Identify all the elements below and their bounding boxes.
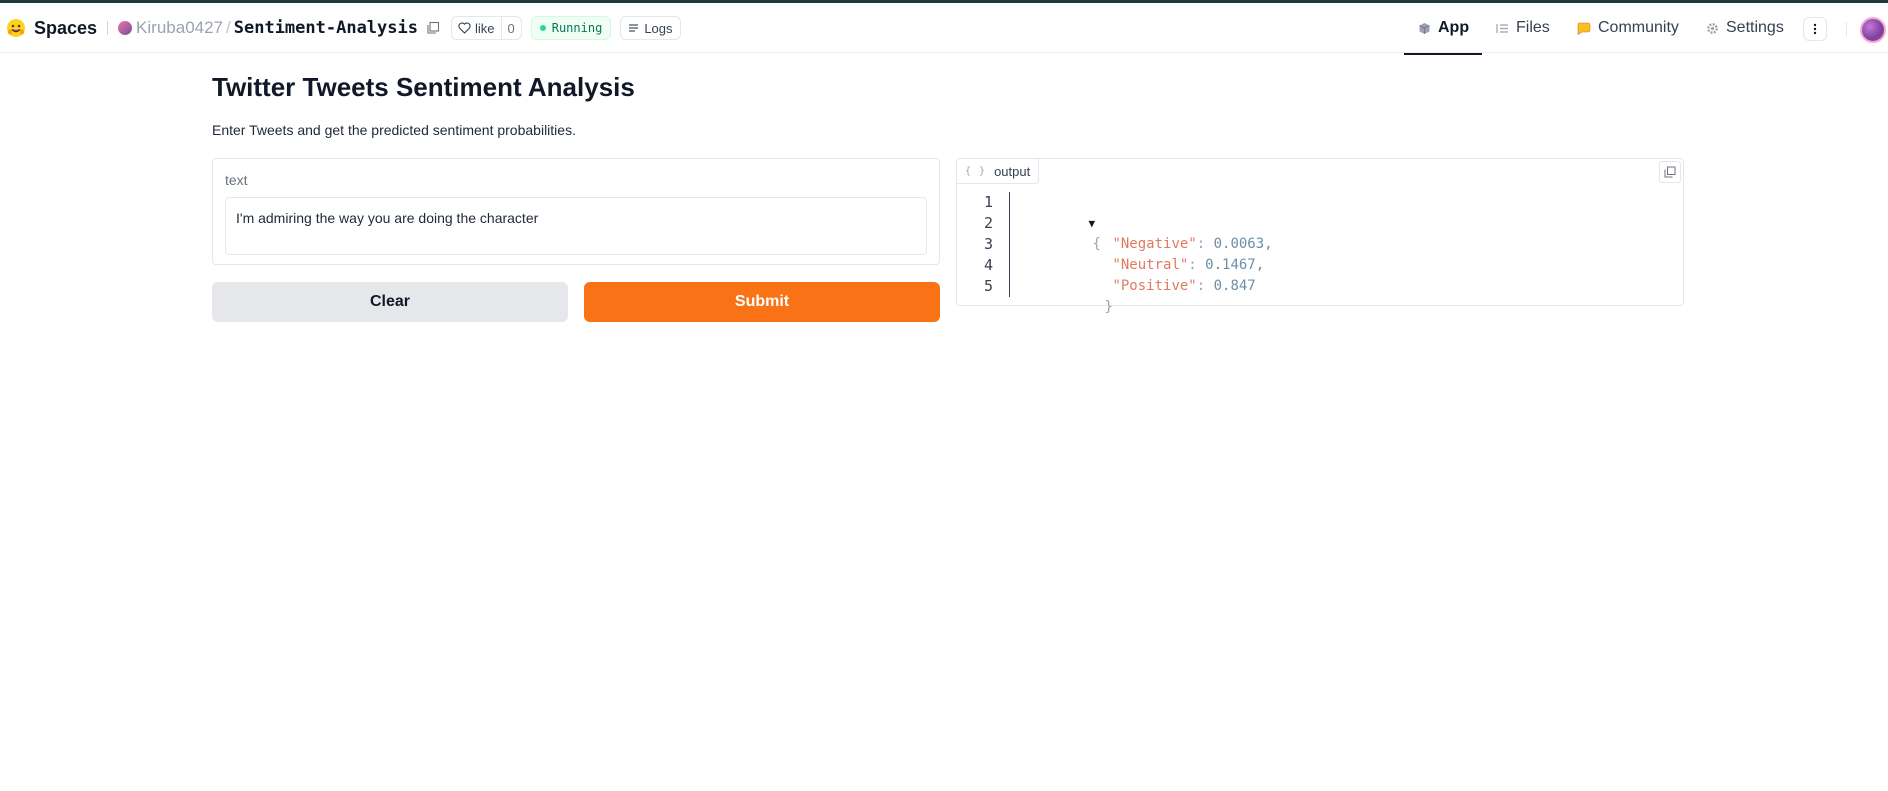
- path-separator: /: [226, 18, 231, 37]
- json-braces-icon: { }: [965, 165, 987, 177]
- app-description: Enter Tweets and get the predicted senti…: [212, 122, 576, 138]
- tab-files[interactable]: Files: [1496, 3, 1550, 53]
- like-count: 0: [500, 17, 521, 39]
- logs-label: Logs: [644, 20, 673, 36]
- status-text: Running: [551, 21, 603, 35]
- repo-name-link[interactable]: Sentiment-Analysis: [234, 18, 418, 38]
- vertical-dots-icon: [1813, 23, 1817, 35]
- output-label: output: [994, 163, 1031, 179]
- clear-button[interactable]: Clear: [212, 282, 568, 322]
- json-viewer: 1 ▼ { 2 "Negative": 0.0063, 3 "Neutral":…: [957, 192, 1683, 315]
- breadcrumb: Spaces Kiruba0427 / Sentiment-Analysis l…: [6, 3, 681, 53]
- code-line: 4 "Positive": 0.847: [957, 255, 1683, 294]
- tab-label: Community: [1598, 19, 1679, 36]
- cube-icon: [1419, 22, 1430, 34]
- line-number: 4: [983, 256, 993, 274]
- tab-label: Files: [1516, 19, 1550, 36]
- app-title: Twitter Tweets Sentiment Analysis: [212, 72, 635, 102]
- copy-output-button[interactable]: [1659, 161, 1681, 183]
- top-navbar: Spaces Kiruba0427 / Sentiment-Analysis l…: [0, 3, 1888, 55]
- tab-app[interactable]: App: [1418, 3, 1469, 53]
- logs-icon: [629, 24, 639, 32]
- gear-icon: [1707, 22, 1718, 34]
- copy-icon: [1664, 166, 1676, 178]
- spaces-link[interactable]: Spaces: [34, 18, 97, 39]
- files-icon: [1496, 23, 1508, 33]
- more-options-button[interactable]: [1803, 17, 1827, 41]
- hugging-face-logo-icon[interactable]: [6, 18, 26, 38]
- active-tab-indicator: [1404, 53, 1482, 55]
- owner-avatar: [118, 21, 133, 35]
- input-label: text: [225, 172, 248, 188]
- close-brace: }: [1104, 299, 1113, 315]
- text-input-panel: text: [212, 158, 940, 265]
- divider: [1846, 22, 1847, 36]
- tab-community[interactable]: Community: [1576, 3, 1679, 53]
- heart-icon: [458, 22, 471, 34]
- tab-settings[interactable]: Settings: [1706, 3, 1784, 53]
- user-avatar[interactable]: [1860, 17, 1886, 43]
- divider: [107, 21, 109, 35]
- like-label: like: [474, 20, 495, 36]
- json-output-panel: { } output 1 ▼ { 2 "Negative": 0.0063, 3…: [956, 158, 1684, 315]
- logs-button[interactable]: Logs: [620, 16, 681, 40]
- like-button[interactable]: like 0: [450, 16, 522, 40]
- line-number: 5: [983, 277, 993, 295]
- copy-repo-name-icon[interactable]: [426, 21, 440, 35]
- code-line: 2 "Negative": 0.0063,: [957, 213, 1683, 252]
- community-icon: [1577, 22, 1591, 35]
- owner-link[interactable]: Kiruba0427: [136, 18, 223, 38]
- tab-label: App: [1438, 19, 1470, 36]
- tab-label: Settings: [1726, 19, 1784, 36]
- line-number: 1: [983, 193, 993, 211]
- submit-button[interactable]: Submit: [584, 282, 940, 322]
- code-line: 3 "Neutral": 0.1467,: [957, 234, 1683, 273]
- code-line: 1 ▼ {: [957, 192, 1683, 252]
- status-dot-icon: [539, 25, 546, 31]
- status-badge: Running: [530, 16, 612, 40]
- text-input[interactable]: [225, 197, 927, 255]
- line-number: 2: [983, 214, 993, 232]
- output-label-tag: { } output: [957, 159, 1040, 184]
- line-number: 3: [983, 235, 993, 253]
- code-line: 5 }: [957, 276, 1683, 315]
